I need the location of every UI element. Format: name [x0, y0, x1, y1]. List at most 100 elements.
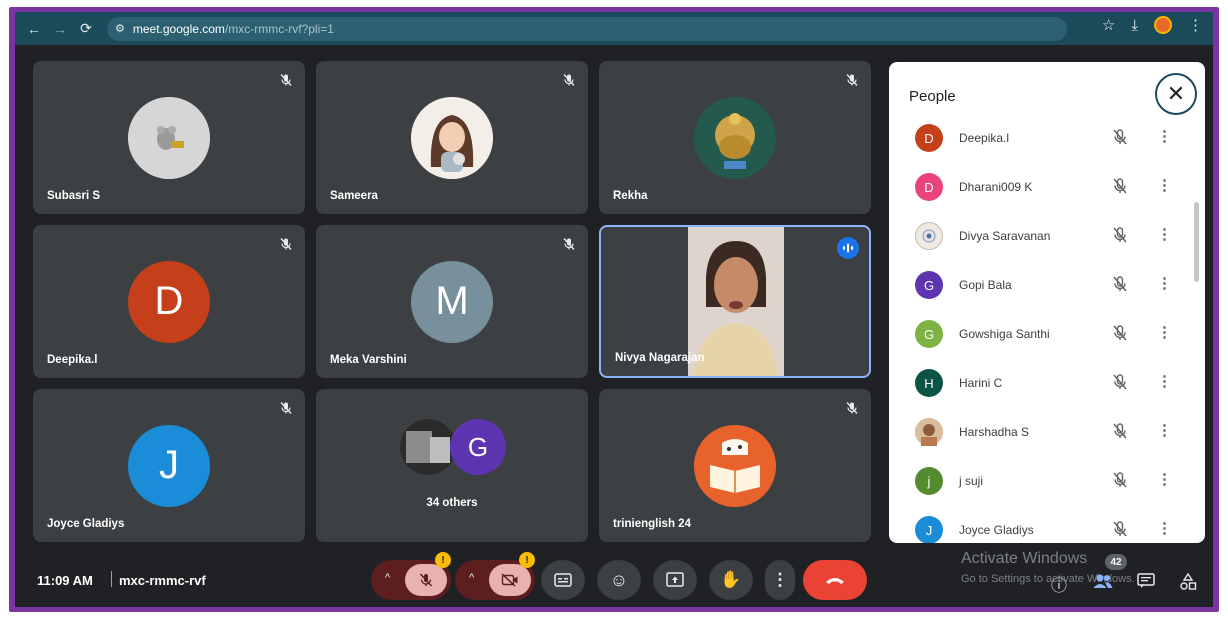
- bookmark-star-icon[interactable]: ☆: [1102, 16, 1115, 34]
- participant-name: Nivya Nagarajan: [615, 352, 705, 364]
- participant-list-item[interactable]: D Dharani009 K ⋮: [889, 167, 1189, 207]
- others-tile[interactable]: G 34 others: [316, 389, 588, 542]
- participant-tile[interactable]: trinienglish 24: [599, 389, 871, 542]
- back-arrow-icon[interactable]: ←: [21, 16, 47, 42]
- participant-photo: [400, 419, 456, 475]
- camera-options-caret-icon[interactable]: ^: [469, 572, 474, 584]
- more-options-icon[interactable]: ⋮: [1157, 372, 1172, 390]
- more-options-icon[interactable]: ⋮: [1157, 176, 1172, 194]
- participant-list-photo: [915, 418, 943, 446]
- participant-tile[interactable]: Sameera: [316, 61, 588, 214]
- leave-call-button[interactable]: [803, 560, 867, 600]
- mic-off-icon[interactable]: [1111, 324, 1129, 342]
- site-settings-icon[interactable]: ⚙: [115, 22, 125, 35]
- profile-avatar-icon[interactable]: [1154, 16, 1172, 34]
- mic-off-icon[interactable]: [1111, 422, 1129, 440]
- more-options-icon[interactable]: ⋮: [1157, 274, 1172, 292]
- more-options-button[interactable]: ⋮: [765, 560, 795, 600]
- mic-off-icon: [563, 238, 575, 250]
- mic-off-icon[interactable]: [1111, 373, 1129, 391]
- participant-list-item[interactable]: H Harini C ⋮: [889, 363, 1189, 403]
- participant-tile[interactable]: Subasri S: [33, 61, 305, 214]
- mic-toggle-button[interactable]: [405, 564, 447, 596]
- participant-avatar: M: [411, 260, 493, 343]
- camera-toggle-button[interactable]: [489, 564, 531, 596]
- reactions-button[interactable]: ☺: [597, 560, 641, 600]
- emoji-icon: ☺: [609, 569, 629, 590]
- meeting-details-icon[interactable]: ⓘ: [1051, 572, 1067, 596]
- participant-list-avatar: H: [915, 369, 943, 397]
- activities-icon[interactable]: [1179, 573, 1197, 591]
- download-icon[interactable]: ⤓: [1131, 17, 1138, 34]
- mic-options-caret-icon[interactable]: ^: [385, 572, 390, 584]
- mic-off-icon: [846, 74, 858, 86]
- screenshot-frame: ← → ⟳ ⚙ meet.google.com /mxc-rmmc-rvf?pl…: [9, 7, 1219, 612]
- reload-icon[interactable]: ⟳: [73, 16, 99, 42]
- divider: [111, 571, 112, 587]
- mic-off-icon[interactable]: [1111, 128, 1129, 146]
- others-count-label: 34 others: [426, 497, 478, 509]
- people-panel: People ✕ D Deepika.l ⋮ D Dharani009 K ⋮ …: [889, 62, 1205, 543]
- meeting-code: mxc-rmmc-rvf: [119, 573, 206, 588]
- participant-list-item[interactable]: j j suji ⋮: [889, 461, 1189, 501]
- participant-list-photo: [915, 222, 943, 250]
- people-panel-scrollbar[interactable]: [1194, 202, 1199, 282]
- participant-list-item[interactable]: J Joyce Gladiys ⋮: [889, 510, 1189, 543]
- participant-list-avatar: D: [915, 173, 943, 201]
- participant-list-avatar: J: [915, 516, 943, 543]
- more-vert-icon: ⋮: [771, 570, 789, 589]
- more-options-icon[interactable]: ⋮: [1157, 225, 1172, 243]
- mic-off-icon[interactable]: [1111, 520, 1129, 538]
- mic-off-icon: [846, 402, 858, 414]
- participant-list-item[interactable]: Divya Saravanan ⋮: [889, 216, 1189, 256]
- participant-list-name: Harshadha S: [959, 425, 1030, 439]
- people-icon[interactable]: [1093, 573, 1113, 589]
- participant-tile[interactable]: D Deepika.l: [33, 225, 305, 378]
- participant-list-name: Dharani009 K: [959, 180, 1033, 194]
- participant-list-item[interactable]: G Gowshiga Santhi ⋮: [889, 314, 1189, 354]
- participant-tile[interactable]: M Meka Varshini: [316, 225, 588, 378]
- mic-warning-icon: !: [435, 552, 451, 568]
- participant-tile[interactable]: Rekha: [599, 61, 871, 214]
- participant-avatar: D: [128, 260, 210, 343]
- captions-icon: [554, 573, 572, 587]
- more-options-icon[interactable]: ⋮: [1157, 127, 1172, 145]
- address-bar[interactable]: ⚙ meet.google.com /mxc-rmmc-rvf?pli=1: [107, 16, 1067, 41]
- chat-icon[interactable]: [1137, 573, 1155, 589]
- captions-button[interactable]: [541, 560, 585, 600]
- present-screen-button[interactable]: [653, 560, 697, 600]
- participant-list-name: Divya Saravanan: [959, 229, 1051, 243]
- participant-photo: [128, 96, 210, 179]
- participant-tile[interactable]: J Joyce Gladiys: [33, 389, 305, 542]
- more-options-icon[interactable]: ⋮: [1157, 470, 1172, 488]
- participant-list-name: Gopi Bala: [959, 278, 1012, 292]
- mic-off-icon: [280, 402, 292, 414]
- mic-off-icon: [280, 238, 292, 250]
- participant-list-name: Gowshiga Santhi: [959, 327, 1050, 341]
- participant-list-item[interactable]: Harshadha S ⋮: [889, 412, 1189, 452]
- more-options-icon[interactable]: ⋮: [1157, 519, 1172, 537]
- forward-arrow-icon[interactable]: →: [47, 16, 73, 42]
- more-options-icon[interactable]: ⋮: [1157, 323, 1172, 341]
- participant-list-avatar: D: [915, 124, 943, 152]
- participant-name: Sameera: [330, 190, 378, 202]
- mic-off-icon[interactable]: [1111, 177, 1129, 195]
- browser-menu-icon[interactable]: ⋮: [1188, 16, 1203, 34]
- participant-list-avatar: G: [915, 271, 943, 299]
- activate-windows-watermark: Activate Windows: [961, 550, 1088, 567]
- participant-list-item[interactable]: D Deepika.l ⋮: [889, 118, 1189, 158]
- mic-off-icon: [563, 74, 575, 86]
- participant-tile-speaking[interactable]: Nivya Nagarajan: [599, 225, 871, 378]
- close-icon[interactable]: ✕: [1155, 73, 1197, 115]
- mic-off-icon[interactable]: [1111, 275, 1129, 293]
- more-options-icon[interactable]: ⋮: [1157, 421, 1172, 439]
- participant-list-name: j suji: [959, 474, 984, 488]
- speaking-indicator-icon: [837, 237, 859, 259]
- mic-off-icon[interactable]: [1111, 471, 1129, 489]
- mic-off-icon[interactable]: [1111, 226, 1129, 244]
- participant-list-item[interactable]: G Gopi Bala ⋮: [889, 265, 1189, 305]
- participant-avatar: J: [128, 424, 210, 507]
- raise-hand-button[interactable]: ✋: [709, 560, 753, 600]
- participant-name: Subasri S: [47, 190, 101, 202]
- mic-off-icon: [280, 74, 292, 86]
